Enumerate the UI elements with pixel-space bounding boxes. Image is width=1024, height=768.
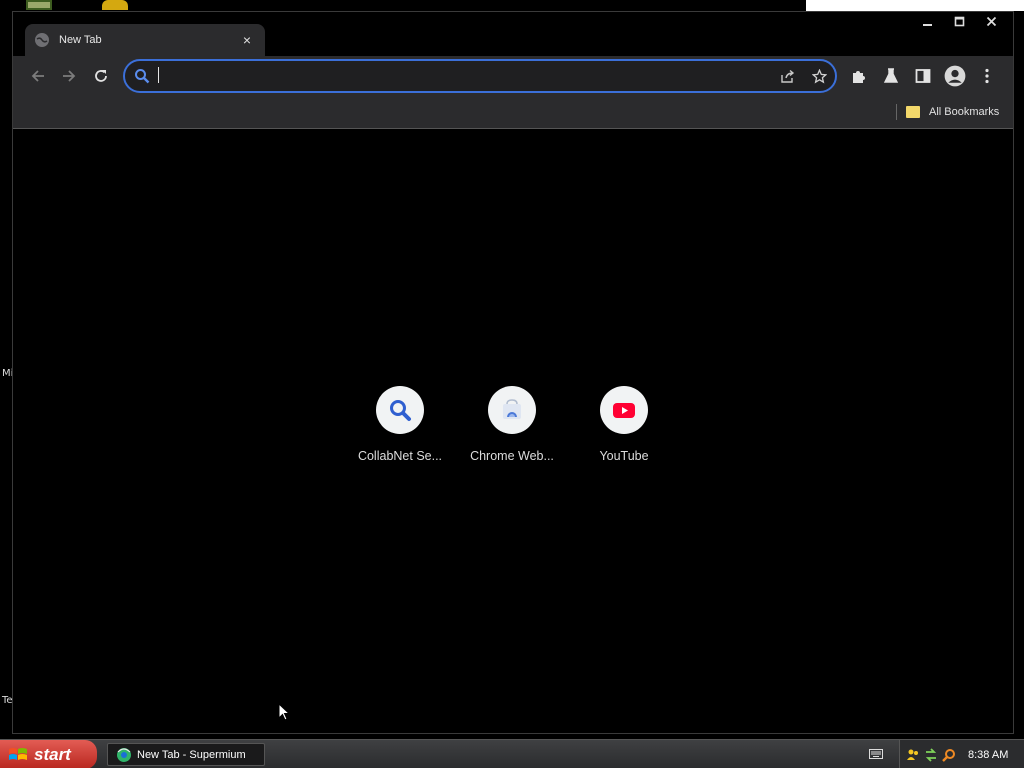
shortcut-icon-container [376, 386, 424, 434]
side-panel-icon [915, 69, 931, 83]
more-vertical-icon [985, 68, 989, 84]
new-tab-page: CollabNet Se... Chrome Web... YouTube [13, 130, 1013, 733]
taskbar-item-supermium[interactable]: New Tab - Supermium [107, 743, 265, 766]
close-icon [986, 16, 996, 26]
folder-icon [906, 106, 920, 118]
chrome-labs-button[interactable] [879, 64, 903, 88]
shortcut-icon-container [600, 386, 648, 434]
clock[interactable]: 8:38 AM [968, 749, 1008, 761]
shortcut-youtube[interactable]: YouTube [568, 386, 680, 463]
profile-button[interactable] [943, 64, 967, 88]
youtube-icon [613, 403, 635, 418]
minimize-button[interactable] [911, 12, 943, 30]
search-icon [135, 69, 150, 84]
maximize-button[interactable] [943, 12, 975, 30]
window-controls [911, 12, 1007, 30]
arrow-left-icon [31, 70, 44, 82]
search-magnifier-icon [390, 400, 411, 421]
bookmark-star-button[interactable] [809, 66, 829, 86]
chrome-web-store-icon [503, 399, 521, 419]
bookmarks-separator [896, 104, 897, 120]
side-panel-button[interactable] [911, 64, 935, 88]
desktop-icon[interactable] [26, 0, 52, 10]
network-arrows-icon[interactable] [924, 747, 938, 762]
taskbar: start New Tab - Supermium 8:38 AM [0, 739, 1024, 768]
tab-close-button[interactable]: × [239, 32, 255, 48]
shortcut-chrome-web-store[interactable]: Chrome Web... [456, 386, 568, 463]
desktop-icon-label: Te [2, 695, 13, 706]
title-bar: New Tab × [13, 12, 1013, 56]
all-bookmarks-button[interactable]: All Bookmarks [906, 102, 999, 122]
windows-logo-icon [9, 747, 27, 760]
bookmarks-bar: All Bookmarks [13, 96, 1013, 129]
tab-new-tab[interactable]: New Tab × [25, 24, 265, 56]
tab-title: New Tab [59, 34, 102, 46]
forward-button[interactable] [56, 63, 82, 89]
minimize-icon [922, 23, 932, 26]
address-input[interactable] [165, 65, 725, 87]
all-bookmarks-label: All Bookmarks [929, 106, 1000, 118]
address-bar[interactable] [123, 59, 837, 93]
mouse-cursor-icon [278, 703, 290, 721]
arrow-right-icon [63, 70, 76, 82]
reload-icon [95, 70, 107, 82]
supermium-icon [117, 747, 131, 762]
puzzle-icon [853, 71, 865, 83]
star-icon [811, 68, 827, 84]
shortcut-icon-container [488, 386, 536, 434]
shortcut-collabnet[interactable]: CollabNet Se... [344, 386, 456, 463]
shortcut-label: Chrome Web... [470, 449, 554, 463]
taskbar-item-label: New Tab - Supermium [137, 748, 246, 761]
search-tray-icon[interactable] [942, 748, 956, 762]
reload-button[interactable] [88, 63, 114, 89]
profile-icon [944, 65, 966, 87]
desktop-background [806, 0, 1024, 11]
shortcuts-grid: CollabNet Se... Chrome Web... YouTube [13, 130, 1013, 733]
system-tray: 8:38 AM [899, 740, 1024, 768]
users-icon[interactable] [906, 748, 920, 762]
start-button[interactable]: start [0, 740, 97, 768]
back-button[interactable] [25, 63, 51, 89]
share-button[interactable] [777, 66, 797, 86]
menu-button[interactable] [975, 64, 999, 88]
toolbar [13, 56, 1013, 96]
start-label: start [34, 744, 71, 764]
close-window-button[interactable] [975, 12, 1007, 30]
browser-window: New Tab × All Bookmarks CollabNet Se... … [12, 11, 1014, 734]
shortcut-label: CollabNet Se... [357, 449, 443, 463]
desktop-icon[interactable] [102, 0, 128, 10]
globe-icon [35, 33, 49, 47]
share-icon [780, 69, 794, 83]
flask-icon [883, 68, 899, 83]
text-caret [158, 67, 159, 83]
shortcut-label: YouTube [599, 449, 649, 463]
extensions-button[interactable] [847, 64, 871, 88]
keyboard-icon[interactable] [869, 748, 883, 760]
maximize-icon [954, 16, 964, 26]
